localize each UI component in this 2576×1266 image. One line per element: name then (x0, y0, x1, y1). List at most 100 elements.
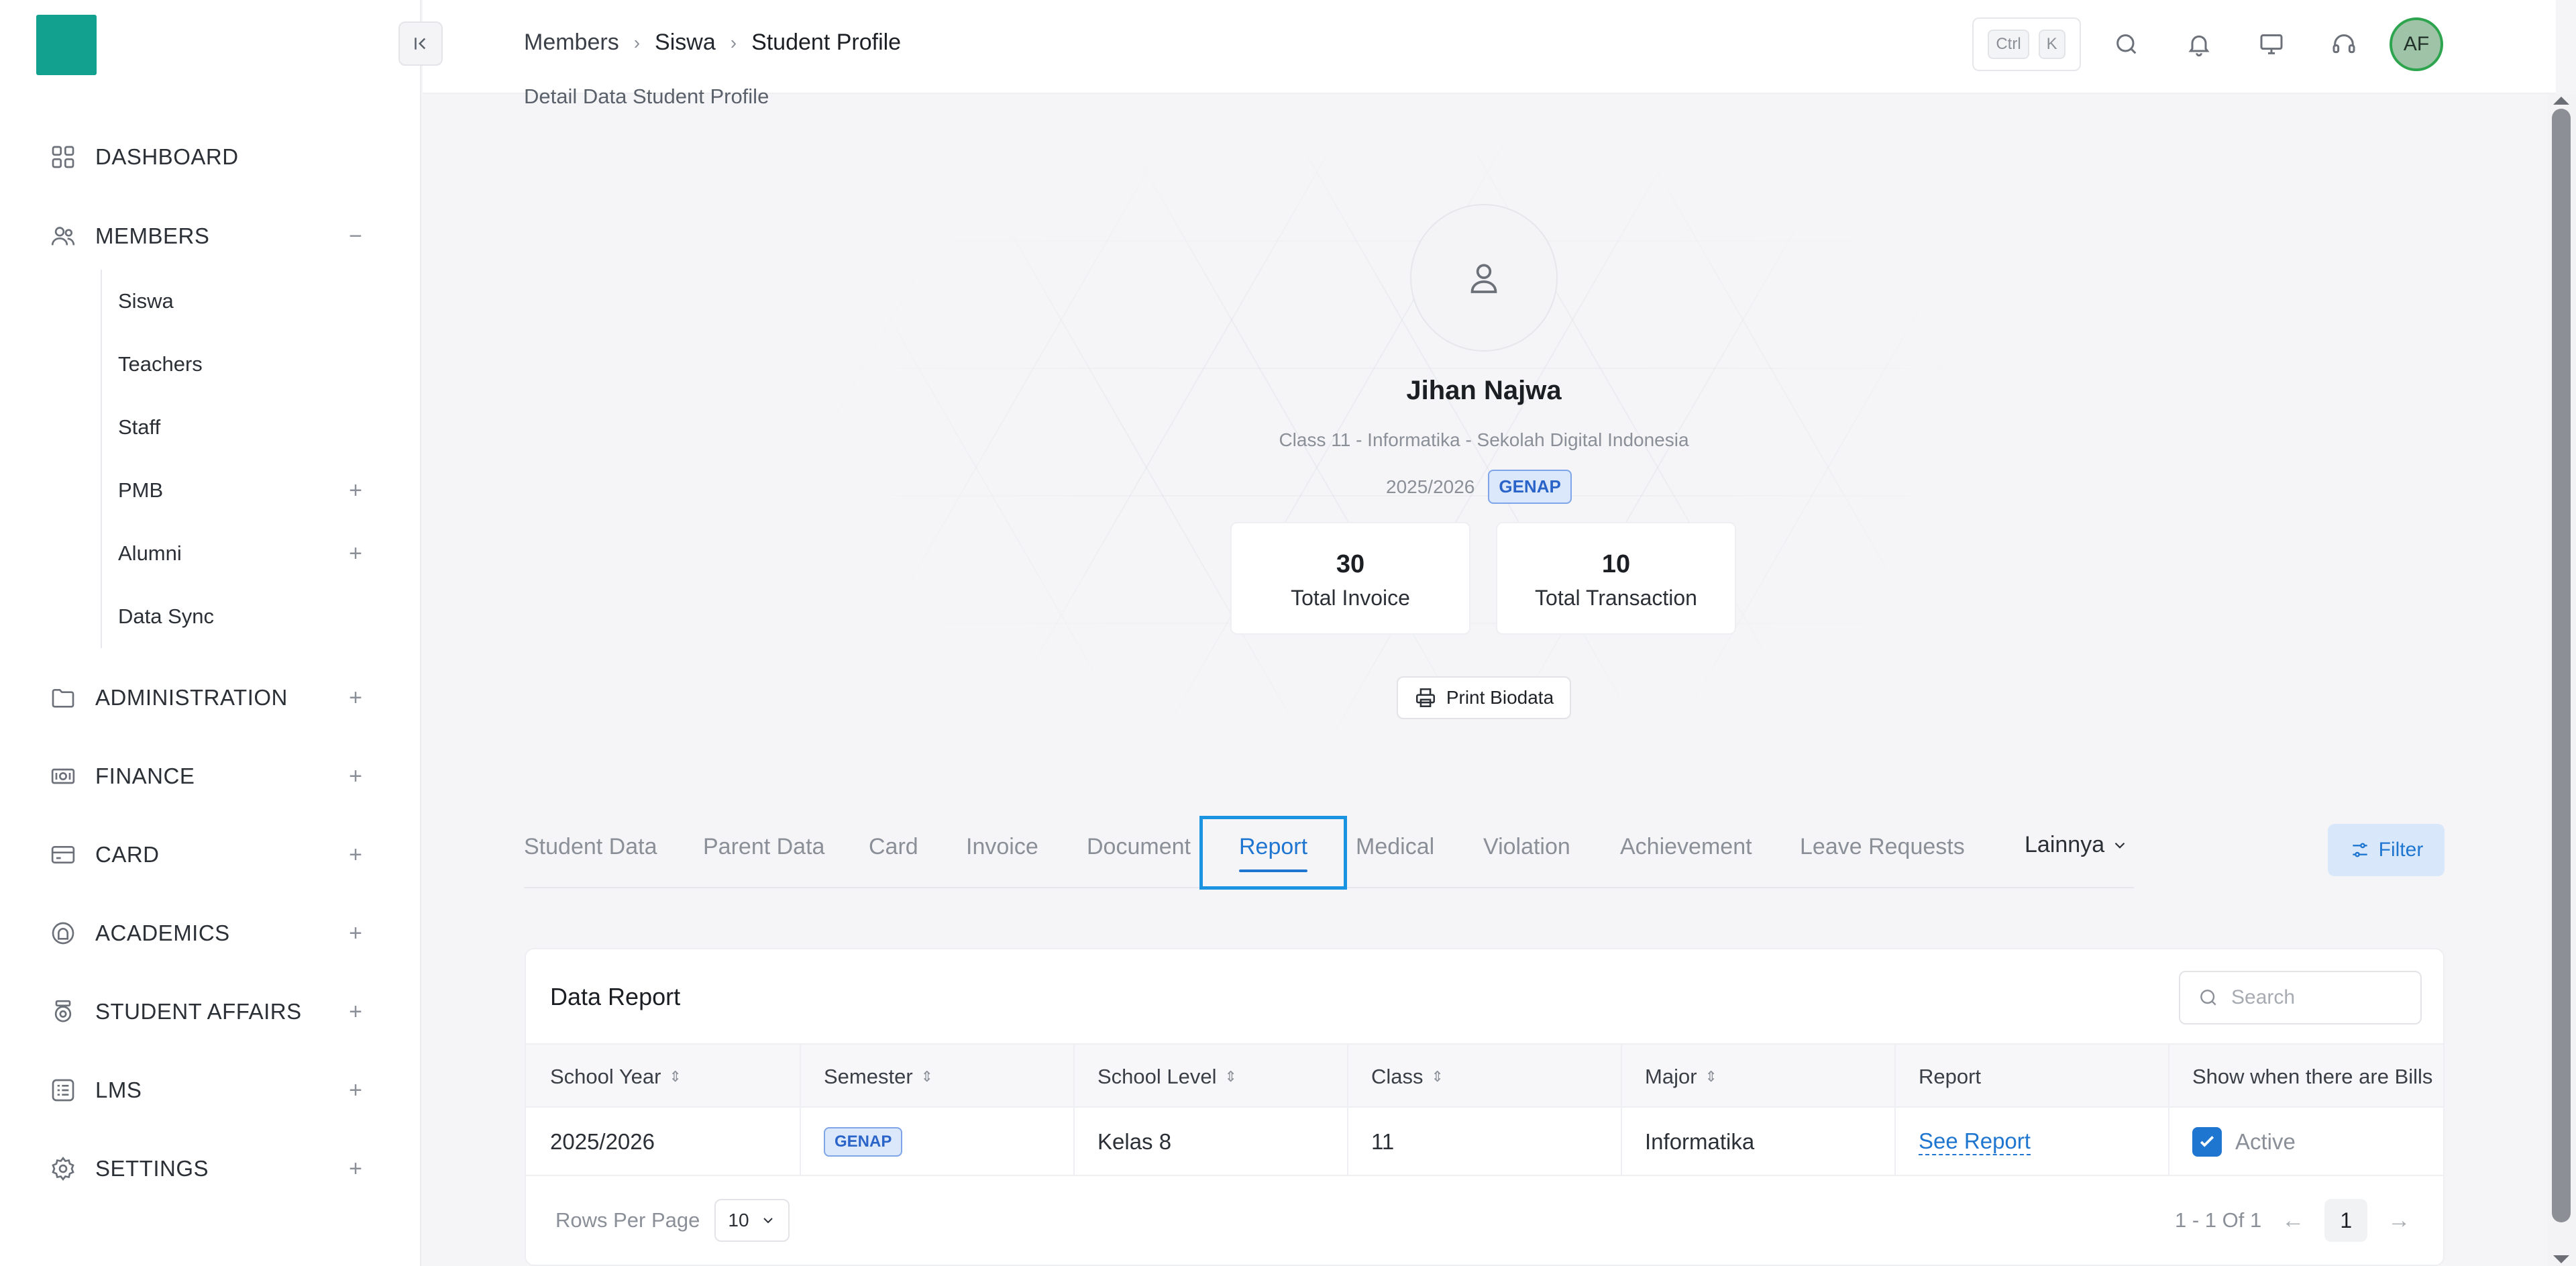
tab-achievement[interactable]: Achievement (1620, 813, 1752, 880)
cell-semester: GENAP (824, 1108, 903, 1176)
filter-button[interactable]: Filter (2328, 824, 2445, 876)
rows-per-page: Rows Per Page 10 (555, 1199, 790, 1242)
search-icon[interactable] (2108, 25, 2145, 63)
scroll-up-arrow-icon[interactable] (2553, 97, 2569, 105)
cell-school-level: Kelas 8 (1097, 1129, 1172, 1154)
column-header-semester[interactable]: Semester ⇕ (824, 1045, 933, 1109)
page-scrollbar[interactable] (2548, 94, 2576, 1266)
expand-toggle[interactable]: + (342, 1155, 369, 1182)
card-icon (47, 839, 79, 871)
page-subtitle: Detail Data Student Profile (524, 85, 769, 108)
card-title: Data Report (550, 983, 681, 1010)
breadcrumb-siswa[interactable]: Siswa (655, 30, 716, 56)
scroll-thumb[interactable] (2552, 109, 2571, 1222)
app-logo[interactable] (36, 15, 97, 75)
lms-icon (47, 1074, 79, 1106)
chevron-down-icon (763, 1218, 773, 1224)
tab-violation[interactable]: Violation (1483, 813, 1570, 880)
page-number[interactable]: 1 (2324, 1199, 2368, 1242)
stat-card-total-transaction: 10 Total Transaction (1496, 522, 1736, 635)
sidebar-item-academics[interactable]: ACADEMICS + (47, 909, 369, 957)
command-palette-shortcut[interactable]: Ctrl K (1972, 17, 2081, 71)
sidebar-item-settings[interactable]: SETTINGS + (47, 1145, 369, 1193)
tab-parent-data[interactable]: Parent Data (703, 813, 824, 880)
expand-toggle[interactable]: + (342, 1077, 369, 1104)
column-header-major[interactable]: Major ⇕ (1645, 1045, 1717, 1109)
breadcrumb-current: Student Profile (751, 30, 902, 55)
active-checkbox[interactable] (2192, 1127, 2222, 1157)
headset-icon[interactable] (2325, 25, 2363, 63)
scroll-down-arrow-icon[interactable] (2553, 1255, 2569, 1263)
sidebar-subitem-siswa[interactable]: Siswa (102, 270, 369, 333)
table-header: School Year ⇕ Semester ⇕ School Level ⇕ Cla… (526, 1043, 2443, 1108)
rows-per-page-select[interactable]: 10 (714, 1199, 790, 1242)
monitor-icon[interactable] (2253, 25, 2290, 63)
bell-icon[interactable] (2180, 25, 2218, 63)
breadcrumb-members[interactable]: Members (524, 30, 619, 56)
tab-report-focus-outline (1199, 816, 1347, 890)
pagination: 1 - 1 Of 1 ← 1 → (2175, 1199, 2410, 1242)
sidebar-subitem-data-sync[interactable]: Data Sync (102, 585, 369, 648)
sidebar-item-members[interactable]: MEMBERS − (47, 212, 369, 260)
next-page-arrow-icon[interactable]: → (2387, 1208, 2410, 1234)
sidebar-subitem-pmb[interactable]: PMB + (102, 459, 369, 522)
kbd-k: K (2038, 30, 2065, 59)
expand-toggle[interactable]: + (342, 478, 369, 504)
see-report-link[interactable]: See Report (1919, 1128, 2031, 1155)
sidebar-item-finance[interactable]: FINANCE + (47, 752, 369, 800)
folder-icon (47, 682, 79, 714)
expand-toggle[interactable]: + (342, 998, 369, 1025)
filter-sliders-icon (2352, 843, 2367, 857)
active-label: Active (2235, 1129, 2296, 1154)
student-class-info: Class 11 - Informatika - Sekolah Digital… (1279, 429, 1689, 450)
data-report-card: Data Report School Year⇕ Semester⇕ Schoo… (525, 948, 2445, 1266)
sidebar-item-student-affairs[interactable]: STUDENT AFFAIRS + (47, 988, 369, 1036)
search-icon (2200, 990, 2216, 1006)
print-biodata-label: Print Biodata (1446, 687, 1554, 708)
expand-toggle[interactable]: + (342, 541, 369, 567)
tab-medical[interactable]: Medical (1356, 813, 1434, 880)
sidebar-item-label: LMS (95, 1077, 142, 1102)
expand-toggle[interactable]: + (342, 684, 369, 711)
column-header-show-bills: Show when there are Bills (2192, 1065, 2433, 1088)
collapse-left-icon (415, 38, 426, 50)
stat-label: Total Transaction (1535, 586, 1697, 610)
table-search[interactable] (2179, 971, 2422, 1024)
avatar[interactable]: AF (2390, 17, 2443, 71)
sidebar-item-lms[interactable]: LMS + (47, 1066, 369, 1114)
column-header-school-year[interactable]: School Year ⇕ (550, 1045, 682, 1109)
sidebar-subitem-staff[interactable]: Staff (102, 396, 369, 459)
print-biodata-button[interactable]: Print Biodata (1397, 676, 1571, 719)
breadcrumb: Members › Siswa › Student Profile (524, 30, 901, 56)
sidebar-item-label: MEMBERS (95, 223, 210, 248)
sidebar-subitem-teachers[interactable]: Teachers (102, 333, 369, 396)
column-header-class[interactable]: Class ⇕ (1371, 1045, 1444, 1109)
tab-document[interactable]: Document (1087, 813, 1191, 880)
tab-card[interactable]: Card (869, 813, 918, 880)
tab-leave-requests[interactable]: Leave Requests (1800, 813, 1965, 880)
search-input[interactable] (2231, 986, 2406, 1009)
sidebar-subitem-alumni[interactable]: Alumni + (102, 522, 369, 585)
collapse-sidebar-button[interactable] (398, 21, 443, 66)
check-icon (2200, 1136, 2214, 1147)
expand-toggle[interactable]: + (342, 920, 369, 947)
user-icon (1470, 264, 1497, 293)
chevron-down-icon (2114, 842, 2125, 849)
sidebar-item-card[interactable]: CARD + (47, 831, 369, 879)
sort-icon: ⇕ (1431, 1068, 1444, 1085)
sidebar-item-dashboard[interactable]: DASHBOARD (47, 133, 369, 181)
stat-value: 30 (1336, 550, 1365, 578)
stat-value: 10 (1601, 550, 1631, 578)
cell-major: Informatika (1645, 1129, 1755, 1154)
expand-toggle[interactable]: + (342, 763, 369, 790)
column-header-school-level[interactable]: School Level ⇕ (1097, 1045, 1237, 1109)
members-submenu: Siswa Teachers Staff PMB + Alumni + Data S… (101, 270, 369, 648)
tab-invoice[interactable]: Invoice (966, 813, 1038, 880)
sidebar-item-administration[interactable]: ADMINISTRATION + (47, 674, 369, 722)
tab-more-dropdown[interactable]: Lainnya (2025, 832, 2129, 858)
tab-student-data[interactable]: Student Data (524, 813, 657, 880)
expand-toggle[interactable]: + (342, 841, 369, 868)
sidebar-item-label: ACADEMICS (95, 920, 230, 945)
prev-page-arrow-icon[interactable]: ← (2282, 1208, 2304, 1234)
collapse-toggle[interactable]: − (342, 223, 369, 250)
